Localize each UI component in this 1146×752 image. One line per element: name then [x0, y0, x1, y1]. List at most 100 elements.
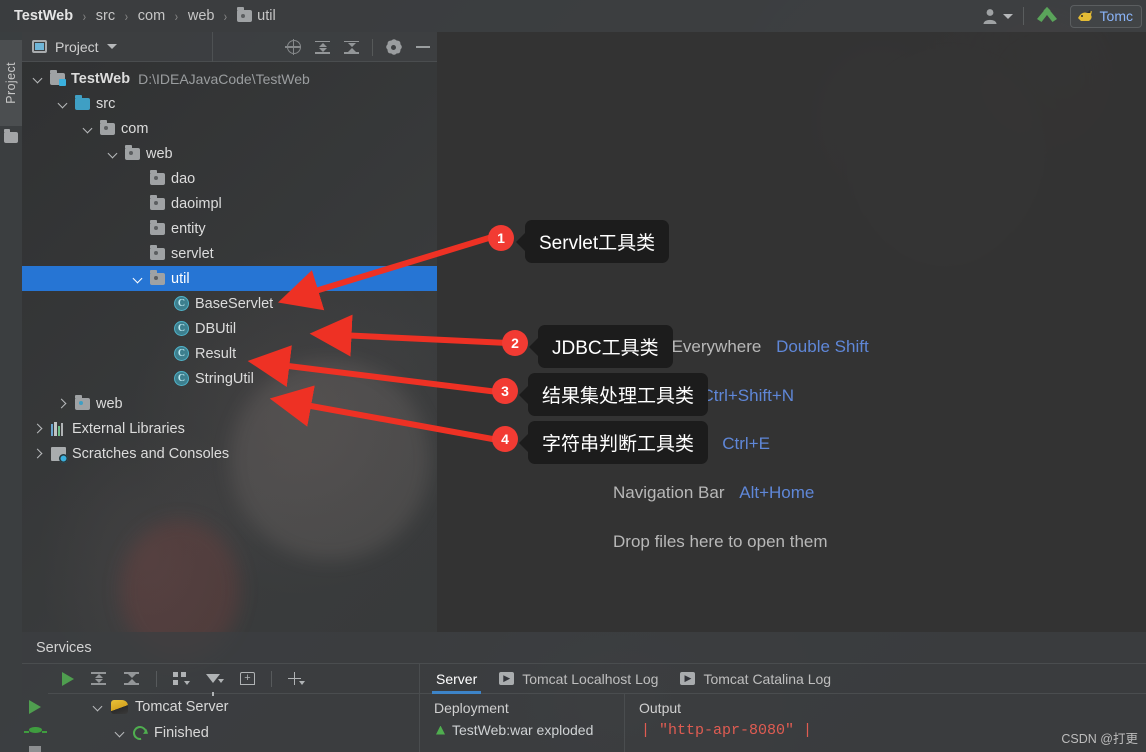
breadcrumb-label: web [187, 8, 215, 24]
green-arrow-up-icon[interactable] [1034, 4, 1060, 28]
breadcrumb-separator: › [174, 8, 179, 24]
services-gutter [22, 664, 48, 752]
collapse-all-icon[interactable] [343, 39, 360, 56]
breadcrumb-separator: › [224, 8, 228, 24]
chevron-down-icon[interactable] [57, 98, 69, 110]
hint-shortcut: Double Shift [776, 337, 869, 356]
filter-icon[interactable] [206, 674, 224, 696]
tree-row[interactable]: dao [22, 166, 437, 191]
run-configuration-selector[interactable]: Tomc [1069, 4, 1142, 28]
csdn-watermark: CSDN @打更 [1061, 732, 1138, 746]
expand-all-icon[interactable] [90, 670, 107, 687]
tab-tomcat-localhost-log[interactable]: ▶ Tomcat Localhost Log [499, 664, 658, 694]
package-folder-icon [150, 219, 165, 235]
account-button[interactable] [981, 7, 1013, 25]
debug-icon[interactable] [23, 727, 47, 734]
add-tab-icon[interactable]: + [240, 672, 255, 685]
ide-window: TestWeb › src › com › web › util Tomc Pr… [0, 0, 1146, 752]
chevron-down-icon[interactable] [114, 727, 126, 739]
run-icon[interactable] [29, 700, 41, 714]
tree-row[interactable]: web [22, 141, 437, 166]
tab-tomcat-catalina-log[interactable]: ▶ Tomcat Catalina Log [680, 664, 831, 694]
breadcrumb-item-util[interactable]: util [235, 7, 278, 24]
header-divider [212, 32, 213, 62]
tree-row[interactable]: com [22, 116, 437, 141]
hint-shortcut: Alt+Home [739, 483, 815, 502]
chevron-right-icon[interactable] [57, 398, 69, 410]
locate-in-tree-icon[interactable] [285, 39, 302, 56]
deployment-header: Deployment [434, 700, 509, 716]
chevron-down-icon[interactable] [132, 273, 144, 285]
tree-item-path: D:\IDEAJavaCode\TestWeb [138, 70, 310, 87]
settings-gear-icon[interactable] [385, 39, 402, 56]
tree-row[interactable]: entity [22, 216, 437, 241]
add-service-icon[interactable] [288, 672, 305, 685]
tab-server[interactable]: Server [431, 664, 482, 694]
collapse-all-icon[interactable] [123, 670, 140, 687]
tree-row[interactable]: servlet [22, 241, 437, 266]
tool-window-button-project[interactable]: Project [0, 40, 22, 126]
hint-action: Search Everywhere [613, 337, 762, 356]
tree-item-label: src [96, 95, 116, 112]
tree-item-label: web [146, 145, 173, 162]
tree-row-selected-util[interactable]: util [22, 266, 437, 291]
chevron-right-icon[interactable] [33, 423, 45, 435]
editor-hint-drop-files: Drop files here to open them [613, 532, 828, 552]
run-configuration-label: Tomc [1099, 8, 1133, 24]
chevron-down-icon[interactable] [82, 123, 94, 135]
folder-icon [237, 7, 253, 22]
chevron-down-icon[interactable] [32, 73, 44, 85]
external-libraries-icon [51, 421, 66, 436]
project-panel-title: Project [55, 38, 99, 55]
chevron-right-icon[interactable] [33, 448, 45, 460]
chevron-down-icon[interactable] [92, 701, 104, 713]
deployed-status-icon [436, 725, 445, 735]
java-class-icon: C [174, 346, 189, 361]
tree-item-label: dao [171, 170, 196, 187]
tree-item-label: Scratches and Consoles [72, 445, 230, 462]
package-folder-icon [150, 194, 165, 210]
tree-row[interactable]: C DBUtil [22, 316, 437, 341]
tree-item-label: daoimpl [171, 195, 222, 212]
group-by-icon[interactable] [173, 672, 190, 685]
deployment-item[interactable]: TestWeb:war exploded [420, 722, 624, 738]
tomcat-cat-icon [1077, 10, 1092, 21]
tree-row[interactable]: daoimpl [22, 191, 437, 216]
tree-row[interactable]: External Libraries [22, 416, 437, 441]
run-icon[interactable] [62, 671, 74, 686]
expand-all-icon[interactable] [314, 39, 331, 56]
tree-row[interactable]: src [22, 91, 437, 116]
tree-row[interactable]: C StringUtil [22, 366, 437, 391]
services-tree-row-finished[interactable]: Finished [48, 720, 419, 746]
toolbar-divider [271, 670, 272, 687]
left-tool-strip: Project [0, 32, 22, 752]
services-columns: Deployment TestWeb:war exploded Output |… [420, 694, 1146, 752]
hide-panel-icon[interactable] [414, 39, 431, 56]
tree-row[interactable]: C Result [22, 341, 437, 366]
tree-row[interactable]: web [22, 391, 437, 416]
breadcrumb-label: TestWeb [14, 8, 74, 24]
project-tree: TestWeb D:\IDEAJavaCode\TestWeb src com … [22, 62, 437, 632]
breadcrumb-item-web[interactable]: web [186, 8, 217, 24]
services-tree-row-tomcat[interactable]: Tomcat Server [48, 694, 419, 720]
hint-shortcut: Ctrl+E [722, 434, 770, 453]
breadcrumb-item-testweb[interactable]: TestWeb [12, 8, 75, 24]
tree-row[interactable]: Scratches and Consoles [22, 441, 437, 466]
project-tool-window: Project TestWeb D:\IDEAJavaCode\TestWeb … [22, 32, 437, 632]
project-panel-title-group[interactable]: Project [22, 39, 117, 55]
tree-row[interactable]: C BaseServlet [22, 291, 437, 316]
stop-icon[interactable] [29, 746, 41, 752]
tree-item-label: com [121, 120, 149, 137]
chevron-down-icon[interactable] [107, 148, 119, 160]
chevron-down-icon[interactable] [106, 44, 117, 49]
tree-item-label: DBUtil [195, 320, 237, 337]
log-tab-icon: ▶ [680, 672, 696, 685]
services-left-pane: + Tomcat Server Finished [48, 664, 420, 752]
module-folder-icon [50, 69, 66, 86]
breadcrumb-item-src[interactable]: src [94, 8, 117, 24]
breadcrumb-label: com [137, 8, 166, 24]
tree-row[interactable]: TestWeb D:\IDEAJavaCode\TestWeb [22, 66, 437, 91]
project-panel-header: Project [22, 32, 437, 62]
tree-item-label: TestWeb [71, 70, 131, 87]
breadcrumb-item-com[interactable]: com [136, 8, 167, 24]
